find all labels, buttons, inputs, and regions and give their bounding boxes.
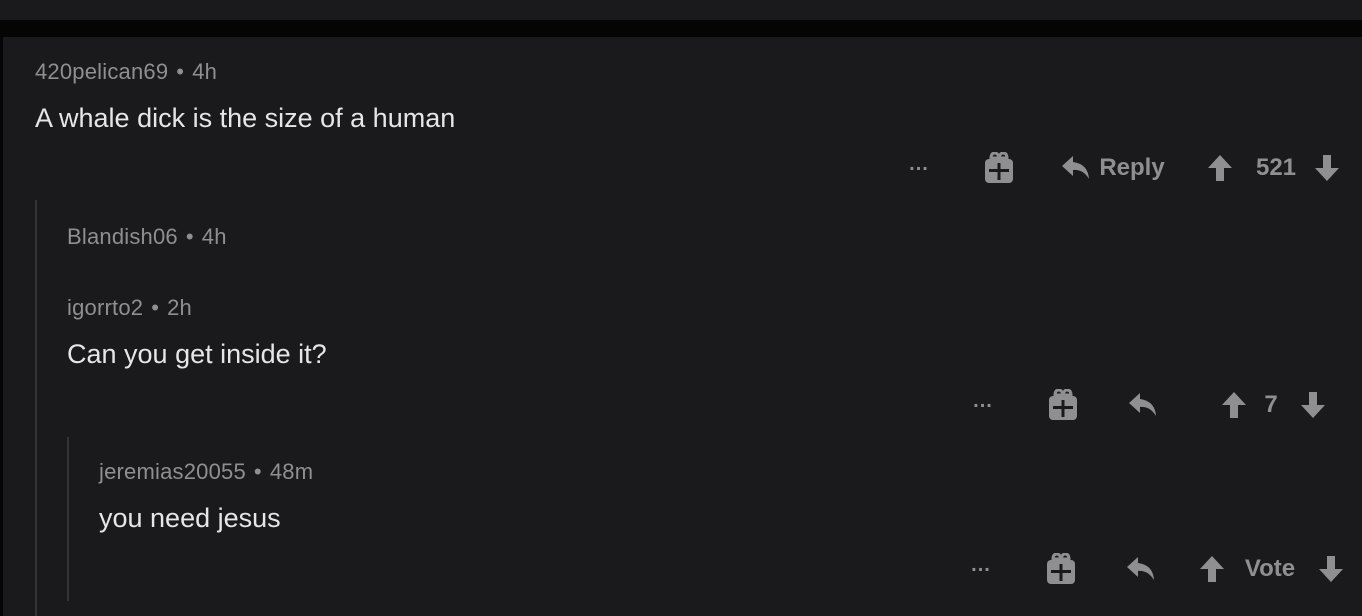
- vote-count: 7: [1259, 387, 1283, 423]
- vote-count-label: 521: [1255, 154, 1297, 181]
- gift-award-icon: [1047, 553, 1075, 584]
- more-options-icon: ...: [971, 554, 991, 576]
- more-options-button[interactable]: ...: [963, 551, 999, 587]
- give-award-button[interactable]: [1045, 551, 1077, 587]
- comment-meta: 420pelican69 • 4h: [35, 59, 217, 85]
- vote-count: 521: [1247, 150, 1305, 186]
- downvote-button[interactable]: [1312, 150, 1342, 186]
- vote-count-label: 7: [1264, 391, 1278, 418]
- upvote-arrow-icon: [1200, 556, 1224, 582]
- comment-age[interactable]: 2h: [167, 295, 192, 320]
- meta-separator: •: [151, 295, 160, 320]
- comment-420pelican69: 420pelican69 • 4h A whale dick is the size…: [3, 37, 1362, 197]
- upvote-button[interactable]: [1219, 387, 1249, 423]
- reply-button[interactable]: Reply: [1057, 150, 1169, 186]
- comment-jeremias20055: jeremias20055 • 48m you need jesus ... V…: [3, 447, 1362, 607]
- downvote-button[interactable]: [1298, 387, 1328, 423]
- reply-button[interactable]: [1127, 387, 1159, 423]
- gift-award-icon: [1049, 389, 1077, 420]
- downvote-arrow-icon: [1315, 155, 1339, 181]
- comment-age[interactable]: 48m: [270, 459, 313, 484]
- more-options-button[interactable]: ...: [965, 387, 1001, 423]
- meta-separator: •: [253, 459, 262, 484]
- comment-actions: ... Reply 521: [3, 150, 1362, 186]
- upvote-button[interactable]: [1205, 150, 1235, 186]
- downvote-arrow-icon: [1301, 392, 1325, 418]
- reply-button[interactable]: [1125, 551, 1157, 587]
- more-options-icon: ...: [909, 153, 929, 175]
- comment-meta: igorrto2 • 2h: [67, 295, 192, 321]
- previous-post-footer: [0, 0, 1362, 20]
- comment-author[interactable]: 420pelican69: [35, 59, 168, 84]
- reply-label: Reply: [1099, 154, 1165, 181]
- comment-meta: jeremias20055 • 48m: [99, 459, 313, 485]
- comment-thread: 420pelican69 • 4h A whale dick is the size…: [3, 37, 1362, 616]
- upvote-arrow-icon: [1222, 392, 1246, 418]
- comment-body: Can you get inside it?: [67, 339, 327, 369]
- reply-arrow-icon: [1127, 557, 1154, 580]
- vote-count-label: Vote: [1244, 555, 1296, 582]
- more-options-button[interactable]: ...: [901, 150, 937, 186]
- reply-arrow-icon: [1062, 156, 1090, 179]
- reply-arrow-icon: [1129, 393, 1156, 416]
- upvote-arrow-icon: [1208, 155, 1232, 181]
- comment-actions: ... Vote: [3, 551, 1362, 587]
- vote-count: Vote: [1239, 551, 1301, 587]
- downvote-button[interactable]: [1316, 551, 1346, 587]
- meta-separator: •: [176, 59, 185, 84]
- give-award-button[interactable]: [983, 150, 1015, 186]
- comment-age[interactable]: 4h: [192, 59, 217, 84]
- meta-separator: •: [185, 224, 194, 249]
- comment-blandish06: Blandish06 • 4h: [43, 212, 1343, 262]
- gift-award-icon: [985, 152, 1013, 183]
- comment-body: A whale dick is the size of a human: [35, 103, 456, 133]
- comment-actions: ... 7: [3, 387, 1362, 423]
- upvote-button[interactable]: [1197, 551, 1227, 587]
- comment-author[interactable]: jeremias20055: [99, 459, 246, 484]
- comment-age[interactable]: 4h: [202, 224, 227, 249]
- comment-author[interactable]: Blandish06: [67, 224, 178, 249]
- comment-body: you need jesus: [99, 503, 281, 533]
- comment-author[interactable]: igorrto2: [67, 295, 143, 320]
- give-award-button[interactable]: [1047, 387, 1079, 423]
- downvote-arrow-icon: [1319, 556, 1343, 582]
- comment-igorrto2: igorrto2 • 2h Can you get inside it? ...: [3, 282, 1362, 432]
- more-options-icon: ...: [973, 390, 993, 412]
- comment-meta: Blandish06 • 4h: [67, 224, 227, 250]
